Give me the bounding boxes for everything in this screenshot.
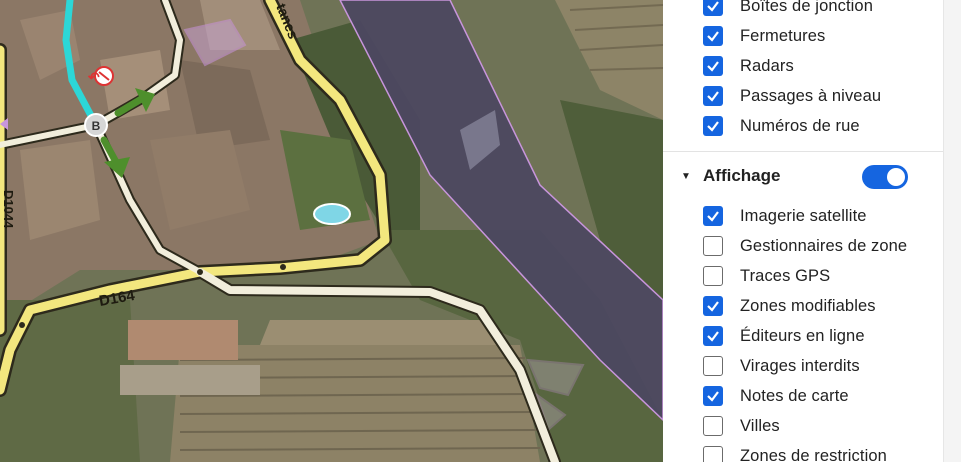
layer-label: Virages interdits — [740, 356, 860, 375]
layer-label: Villes — [740, 416, 780, 435]
layer-label: Radars — [740, 56, 794, 75]
layer-item-traces-gps[interactable]: Traces GPS — [703, 265, 830, 287]
layer-item-imagerie-satellite[interactable]: Imagerie satellite — [703, 205, 867, 227]
turn-restriction-icon[interactable]: ↶ — [87, 66, 114, 86]
layer-label: Zones de restriction — [740, 446, 887, 462]
layer-label: Éditeurs en ligne — [740, 326, 865, 345]
layer-label: Imagerie satellite — [740, 206, 867, 225]
checkbox[interactable] — [703, 386, 723, 406]
checkbox[interactable] — [703, 446, 723, 462]
layer-label: Fermetures — [740, 26, 826, 45]
map-view[interactable]: ↶ B D164 D1044 tanes — [0, 0, 663, 462]
affichage-toggle[interactable] — [862, 165, 908, 189]
layer-item-gestionnaires-de-zone[interactable]: Gestionnaires de zone — [703, 235, 907, 257]
checkbox[interactable] — [703, 326, 723, 346]
caret-down-icon[interactable]: ▼ — [681, 171, 693, 182]
layer-item-notes-de-carte[interactable]: Notes de carte — [703, 385, 849, 407]
layer-item-fermetures[interactable]: Fermetures — [703, 25, 825, 47]
layer-item-villes[interactable]: Villes — [703, 415, 780, 437]
layer-label: Zones modifiables — [740, 296, 876, 315]
checkbox[interactable] — [703, 266, 723, 286]
road-label-d1044: D1044 — [1, 190, 16, 229]
checkbox[interactable] — [703, 56, 723, 76]
checkbox[interactable] — [703, 86, 723, 106]
svg-text:↶: ↶ — [87, 69, 100, 85]
layer-item-passages-a-niveau[interactable]: Passages à niveau — [703, 85, 881, 107]
layer-label: Traces GPS — [740, 266, 831, 285]
checkbox[interactable] — [703, 356, 723, 376]
section-title: Affichage — [703, 166, 781, 185]
checkbox[interactable] — [703, 206, 723, 226]
checkbox[interactable] — [703, 416, 723, 436]
layer-label: Gestionnaires de zone — [740, 236, 908, 255]
checkbox[interactable] — [703, 0, 723, 16]
layer-label: Passages à niveau — [740, 86, 882, 105]
layer-item-boites-de-jonction[interactable]: Boîtes de jonction — [703, 0, 873, 17]
layers-panel: Boîtes de jonction Fermetures Radars Pas… — [663, 0, 961, 462]
checkbox[interactable] — [703, 236, 723, 256]
layer-label: Notes de carte — [740, 386, 849, 405]
layer-item-radars[interactable]: Radars — [703, 55, 794, 77]
layer-item-editeurs-en-ligne[interactable]: Éditeurs en ligne — [703, 325, 865, 347]
layer-label: Boîtes de jonction — [740, 0, 873, 15]
layers-list[interactable]: Boîtes de jonction Fermetures Radars Pas… — [663, 0, 943, 462]
toggle-knob — [887, 168, 905, 186]
scrollbar[interactable] — [943, 0, 961, 462]
checkbox[interactable] — [703, 26, 723, 46]
checkbox[interactable] — [703, 116, 723, 136]
waypoint-b-icon[interactable]: B — [84, 113, 108, 137]
checkbox[interactable] — [703, 296, 723, 316]
section-header-affichage[interactable]: ▼ Affichage — [681, 164, 780, 188]
layer-item-virages-interdits[interactable]: Virages interdits — [703, 355, 860, 377]
layer-item-zones-modifiables[interactable]: Zones modifiables — [703, 295, 876, 317]
layer-label: Numéros de rue — [740, 116, 860, 135]
section-divider — [663, 151, 943, 152]
layer-item-zones-de-restriction[interactable]: Zones de restriction — [703, 445, 887, 462]
svg-text:B: B — [92, 119, 101, 133]
layer-item-numeros-de-rue[interactable]: Numéros de rue — [703, 115, 860, 137]
